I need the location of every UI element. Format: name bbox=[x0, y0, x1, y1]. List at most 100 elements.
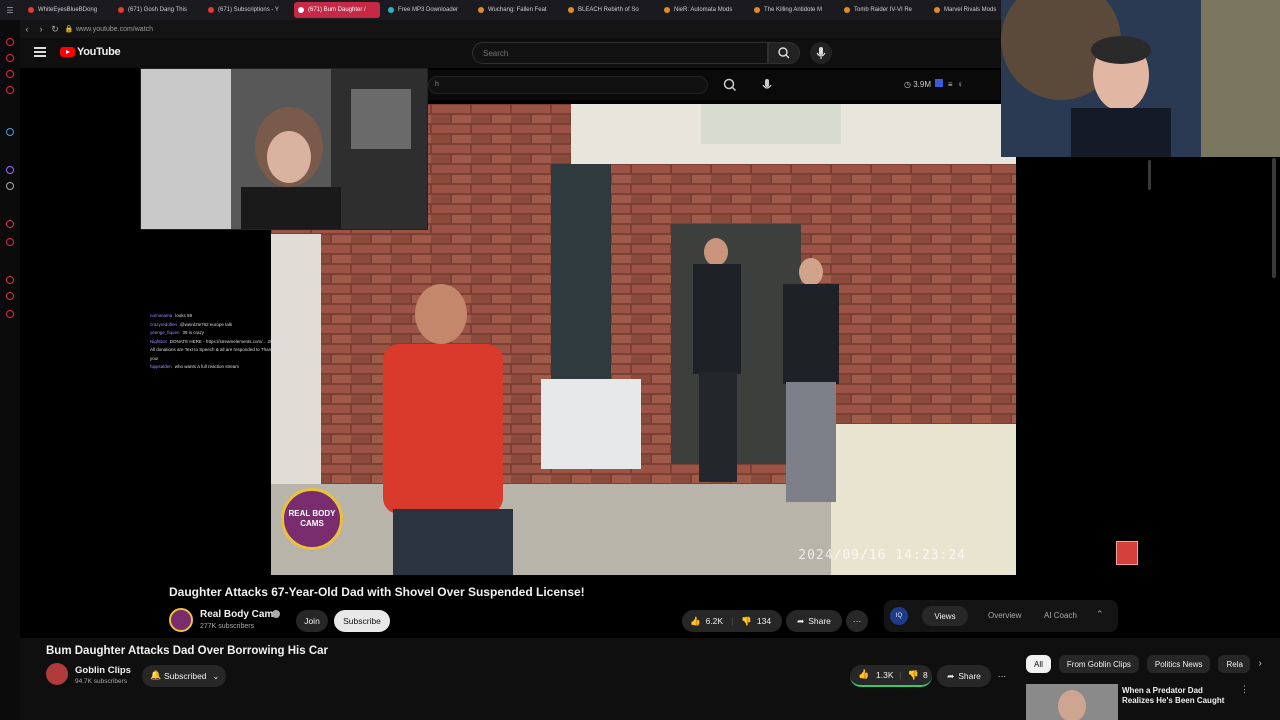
chevron-right-icon[interactable]: › bbox=[1258, 655, 1261, 673]
collapse-icon[interactable]: ⌃ bbox=[1096, 609, 1104, 620]
chevron-down-icon: ⌄ bbox=[212, 671, 220, 681]
sidebar-icon[interactable] bbox=[6, 54, 14, 62]
sidebar-icon[interactable] bbox=[6, 70, 14, 78]
tab-label: (671) Gosh Dang This bbox=[128, 7, 187, 13]
chat-text: @weirdzle762 europe talk bbox=[180, 321, 233, 327]
inner-scrollbar[interactable] bbox=[1148, 160, 1151, 190]
youtube-icon bbox=[118, 7, 124, 13]
forward-icon[interactable]: › bbox=[34, 24, 48, 34]
chip-all[interactable]: All bbox=[1026, 655, 1051, 673]
browser-tab[interactable]: (671) Gosh Dang This bbox=[114, 2, 200, 18]
browser-tab[interactable]: Tomb Raider IV-VI Re bbox=[840, 2, 926, 18]
outer-channel-name[interactable]: Goblin Clips bbox=[75, 665, 131, 676]
site-icon bbox=[478, 7, 484, 13]
youtube-icon bbox=[28, 7, 34, 13]
recommended-thumbnail[interactable] bbox=[1026, 684, 1118, 720]
lock-icon: 🔒 bbox=[64, 26, 74, 33]
url-field[interactable]: www.youtube.com/watch bbox=[76, 26, 153, 33]
browser-tab[interactable]: Wuchang: Fallen Feat bbox=[474, 2, 560, 18]
chip-politics-news[interactable]: Politics News bbox=[1146, 655, 1211, 673]
extension-icon[interactable] bbox=[935, 79, 944, 87]
search-icon bbox=[778, 47, 790, 59]
mic-icon bbox=[816, 47, 826, 59]
browser-tab[interactable]: (671) Subscriptions - Y bbox=[204, 2, 290, 18]
tab-menu-icon[interactable]: ☰ bbox=[0, 6, 20, 15]
browser-tab[interactable]: NieR: Automata Mods bbox=[660, 2, 746, 18]
x-icon[interactable] bbox=[6, 182, 14, 190]
chip-related[interactable]: Rela bbox=[1218, 655, 1251, 673]
thumbs-down-icon[interactable]: 👎 bbox=[741, 616, 752, 627]
chat-user: crazyredoflen bbox=[150, 321, 178, 327]
browser-tab[interactable]: Free MP3 Downloader bbox=[384, 2, 470, 18]
like-count: 6.2K bbox=[705, 616, 724, 626]
share-icon: ➦ bbox=[797, 615, 805, 626]
tool-tab-views[interactable]: Views bbox=[922, 606, 968, 626]
sidebar-icon[interactable] bbox=[6, 292, 14, 300]
share-button[interactable]: ➦ Share bbox=[786, 610, 842, 632]
more-actions-button[interactable]: ··· bbox=[846, 610, 868, 632]
inner-search-input[interactable]: h bbox=[428, 76, 708, 94]
thumbs-down-icon[interactable]: 👎 bbox=[908, 670, 919, 681]
tab-label: Free MP3 Downloader bbox=[398, 7, 459, 13]
sidebar-icon[interactable] bbox=[6, 220, 14, 228]
sidebar-icon[interactable] bbox=[6, 238, 14, 246]
search-input[interactable] bbox=[472, 42, 768, 64]
thumbs-up-icon: 👍 bbox=[690, 615, 701, 626]
sidebar-icon[interactable] bbox=[6, 276, 14, 284]
channel-avatar[interactable] bbox=[169, 608, 193, 632]
browser-tab[interactable]: The Killing Antidote M bbox=[750, 2, 836, 18]
outer-channel-avatar[interactable] bbox=[46, 663, 68, 685]
search-button[interactable] bbox=[768, 42, 800, 64]
outer-subscriber-count: 94.7K subscribers bbox=[75, 678, 128, 685]
chat-text: DONATE HERE - https://streamelements.com… bbox=[150, 338, 279, 361]
address-bar: ‹ › ↻ 🔒 www.youtube.com/watch bbox=[20, 20, 1000, 38]
chat-text: looks 59 bbox=[175, 313, 193, 318]
opera-icon[interactable] bbox=[6, 38, 14, 46]
browser-tab[interactable]: WhiteEyesBlueBDong bbox=[24, 2, 110, 18]
outer-more-button[interactable]: ··· bbox=[991, 665, 1013, 687]
outer-share-button[interactable]: ➦ Share bbox=[937, 665, 991, 687]
subscribe-button[interactable]: Subscribe bbox=[334, 610, 390, 632]
vidiq-logo-icon[interactable]: IQ bbox=[890, 607, 908, 625]
inner-views-count: 3.9M bbox=[913, 80, 931, 89]
search-icon bbox=[723, 78, 737, 92]
youtube-icon bbox=[298, 7, 304, 13]
subscribed-button[interactable]: 🔔 Subscribed ⌄ bbox=[142, 665, 226, 687]
outer-like-dislike-group[interactable]: 👍 1.3K | 👎 8 bbox=[850, 665, 932, 687]
recommended-more-icon[interactable]: ⋮ bbox=[1240, 684, 1249, 695]
sidebar-icon[interactable] bbox=[6, 310, 14, 318]
sidebar-icon[interactable] bbox=[6, 128, 14, 136]
join-button[interactable]: Join bbox=[296, 610, 328, 632]
chat-message: yeenge_fiquen 39 is crazy bbox=[150, 329, 280, 338]
outer-share-label: Share bbox=[958, 671, 981, 681]
site-icon bbox=[844, 7, 850, 13]
reload-icon[interactable]: ↻ bbox=[48, 24, 62, 35]
chip-from-channel[interactable]: From Goblin Clips bbox=[1058, 655, 1139, 673]
record-button[interactable] bbox=[1116, 541, 1138, 565]
site-icon bbox=[388, 7, 394, 13]
tool-tab-overview[interactable]: Overview bbox=[988, 611, 1021, 620]
menu-icon[interactable] bbox=[34, 47, 46, 57]
chat-message: hippsalden who wants a full reaction stre… bbox=[150, 363, 280, 372]
streamer-webcam-right bbox=[1001, 0, 1280, 157]
youtube-icon bbox=[208, 7, 214, 13]
channel-name[interactable]: Real Body Cams bbox=[200, 609, 279, 620]
tab-label: BLEACH Rebirth of So bbox=[578, 7, 639, 13]
like-dislike-group[interactable]: 👍 6.2K | 👎 134 bbox=[682, 610, 782, 632]
tab-label: Tomb Raider IV-VI Re bbox=[854, 7, 913, 13]
sidebar-icon[interactable] bbox=[6, 86, 14, 94]
youtube-header: YouTube bbox=[20, 38, 1000, 68]
page-scrollbar[interactable] bbox=[1272, 158, 1276, 278]
youtube-logo[interactable]: YouTube bbox=[60, 46, 121, 58]
tool-tab-ai-coach[interactable]: AI Coach bbox=[1044, 611, 1077, 620]
browser-tab[interactable]: BLEACH Rebirth of So bbox=[564, 2, 656, 18]
video-title: Daughter Attacks 67-Year-Old Dad with Sh… bbox=[169, 585, 585, 599]
inner-search-button[interactable] bbox=[718, 76, 742, 94]
chat-user: yeenge_fiquen bbox=[150, 330, 180, 335]
twitch-icon[interactable] bbox=[6, 166, 14, 174]
inner-mic-button[interactable] bbox=[758, 76, 776, 94]
back-icon[interactable]: ‹ bbox=[20, 24, 34, 34]
browser-tab-active[interactable]: (671) Bum Daughter / bbox=[294, 2, 380, 18]
voice-search-button[interactable] bbox=[810, 42, 832, 64]
recommended-title[interactable]: When a Predator Dad Realizes He's Been C… bbox=[1122, 686, 1232, 706]
